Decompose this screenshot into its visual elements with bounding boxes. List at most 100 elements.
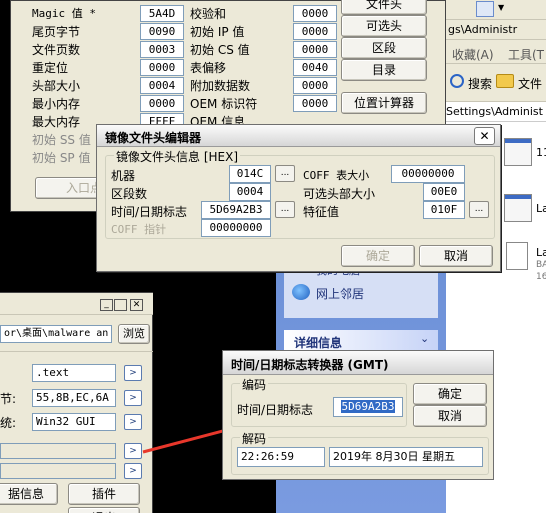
dos-value-ip[interactable]: 0000 bbox=[293, 23, 337, 40]
ts-input[interactable]: 5D69A2B3 bbox=[333, 397, 403, 417]
dos-value-last-page[interactable]: 0090 bbox=[140, 23, 184, 40]
date-picker[interactable]: 2019年 8月30日 星期五 bbox=[329, 447, 483, 467]
dos-label-checksum: 校验和 bbox=[190, 7, 227, 21]
file-sub: BA bbox=[536, 260, 546, 270]
symbol-pointer-field[interactable]: 00000000 bbox=[201, 219, 271, 237]
search-icon[interactable] bbox=[450, 74, 464, 88]
ts-ok-button[interactable]: 确定 bbox=[413, 383, 487, 405]
folders-label[interactable]: 文件 bbox=[518, 75, 542, 92]
dos-label-max-alloc: 最大内存 bbox=[32, 115, 81, 129]
timestamp-titlebar: 时间/日期标志转换器 (GMT) bbox=[223, 351, 493, 375]
data-info-button[interactable]: 据信息 bbox=[0, 483, 58, 505]
subsystem-field: Win32 GUI bbox=[32, 413, 116, 431]
coff-size-field[interactable]: 00000000 bbox=[391, 165, 465, 183]
minimize-button[interactable]: _ bbox=[100, 299, 113, 311]
dos-label-min-alloc: 最小内存 bbox=[32, 97, 81, 111]
characteristics-more-button[interactable]: ... bbox=[469, 201, 489, 218]
file-name: 11 bbox=[536, 146, 546, 159]
cancel-button[interactable]: 取消 bbox=[419, 245, 493, 267]
details-header[interactable]: 详细信息 ⌄ bbox=[284, 330, 438, 352]
result-arrow-button[interactable]: > bbox=[124, 443, 142, 459]
optional-header-size-label: 可选头部大小 bbox=[303, 187, 376, 201]
dos-value-magic[interactable]: 5A4D bbox=[140, 5, 184, 22]
analyzer-divider bbox=[0, 351, 153, 352]
optional-header-size-field[interactable]: 00E0 bbox=[423, 183, 465, 201]
decode-group-title: 解码 bbox=[240, 430, 269, 447]
file-header-button[interactable]: 文件头 bbox=[341, 0, 427, 15]
dos-label-oem-id: OEM 标识符 bbox=[190, 97, 258, 111]
dos-value-checksum[interactable]: 0000 bbox=[293, 5, 337, 22]
time-picker[interactable]: 22:26:59 bbox=[237, 447, 325, 467]
explorer-path-row: Settings\Administ bbox=[446, 102, 546, 122]
section-arrow-button[interactable]: > bbox=[124, 365, 142, 381]
views-icon[interactable] bbox=[476, 1, 494, 17]
dos-value-overlay[interactable]: 0000 bbox=[293, 77, 337, 94]
dos-value-pages[interactable]: 0003 bbox=[140, 41, 184, 58]
browse-button[interactable]: 浏览 bbox=[118, 324, 150, 344]
close-button[interactable]: ✕ bbox=[130, 299, 143, 311]
search-label[interactable]: 搜索 bbox=[468, 75, 492, 92]
dos-label-magic: Magic 值 * bbox=[32, 7, 96, 20]
dos-value-min-alloc[interactable]: 0000 bbox=[140, 95, 184, 112]
menu-favorites[interactable]: 收藏(A) bbox=[452, 46, 494, 63]
file-header-titlebar: 镜像文件头编辑器 ✕ bbox=[97, 125, 500, 147]
chevron-down-icon[interactable]: ⌄ bbox=[420, 332, 429, 345]
optional-header-button[interactable]: 可选头 bbox=[341, 15, 427, 37]
analyzer-titlebar: _ ✕ bbox=[0, 293, 153, 315]
dos-label-pages: 文件页数 bbox=[32, 43, 81, 57]
plugins-button[interactable]: 插件 bbox=[68, 483, 140, 505]
file-item[interactable]: La bbox=[504, 194, 546, 230]
dos-value-header-size[interactable]: 0004 bbox=[140, 77, 184, 94]
machine-field[interactable]: 014C bbox=[229, 165, 271, 183]
entry-bytes-field: 55,8B,EC,6A bbox=[32, 389, 116, 407]
ts-input-selection: 5D69A2B3 bbox=[340, 400, 396, 413]
address-text: gs\Administr bbox=[448, 23, 518, 36]
dialog-close-button[interactable]: ✕ bbox=[474, 127, 495, 145]
timestamp-dialog: 时间/日期标志转换器 (GMT) 编码 时间/日期标志 5D69A2B3 确定 … bbox=[222, 350, 494, 480]
network-places-label[interactable]: 网上邻居 bbox=[316, 285, 364, 302]
dos-value-cs[interactable]: 0000 bbox=[293, 41, 337, 58]
result-arrow-button-2[interactable]: > bbox=[124, 463, 142, 479]
dos-value-relocs[interactable]: 0000 bbox=[140, 59, 184, 76]
directories-button[interactable]: 目录 bbox=[341, 59, 427, 81]
maximize-button[interactable] bbox=[114, 299, 127, 311]
folders-icon[interactable] bbox=[496, 74, 514, 88]
encode-group-title: 编码 bbox=[240, 376, 269, 393]
dos-value-lfarlc[interactable]: 0040 bbox=[293, 59, 337, 76]
ok-button[interactable]: 确定 bbox=[341, 245, 415, 267]
location-calculator-button[interactable]: 位置计算器 bbox=[341, 92, 427, 114]
explorer-toolbar-strip: ▼ bbox=[446, 0, 546, 20]
sections-count-field[interactable]: 0004 bbox=[229, 183, 271, 201]
subsystem-arrow-button[interactable]: > bbox=[124, 414, 142, 430]
file-header-dialog: 镜像文件头编辑器 ✕ 镜像文件头信息 [HEX] 机器 014C ... 区段数… bbox=[96, 124, 501, 272]
file-path-field[interactable]: or\桌面\malware an bbox=[0, 325, 112, 343]
timestamp-more-button[interactable]: ... bbox=[275, 201, 295, 218]
dos-label-header-size: 头部大小 bbox=[32, 79, 81, 93]
file-name: La bbox=[536, 246, 546, 259]
analyzer-window: _ ✕ or\桌面\malware an 浏览 .text > 节: 55,8B… bbox=[0, 292, 153, 513]
menu-tools[interactable]: 工具(T bbox=[508, 46, 544, 63]
details-label: 详细信息 bbox=[294, 336, 343, 350]
date-value: 2019年 8月30日 星期五 bbox=[333, 450, 455, 463]
machine-more-button[interactable]: ... bbox=[275, 165, 295, 182]
sections-button[interactable]: 区段 bbox=[341, 37, 427, 59]
section-field: .text bbox=[32, 364, 116, 382]
dos-value-oem-id[interactable]: 0000 bbox=[293, 95, 337, 112]
file-header-title: 镜像文件头编辑器 bbox=[105, 131, 202, 145]
file-header-group-title: 镜像文件头信息 [HEX] bbox=[114, 148, 241, 165]
timestamp-field[interactable]: 5D69A2B3 bbox=[201, 201, 271, 219]
timestamp-label: 时间/日期标志 bbox=[111, 205, 188, 219]
characteristics-field[interactable]: 010F bbox=[423, 201, 465, 219]
document-file-icon bbox=[506, 242, 528, 270]
result-field-2 bbox=[0, 463, 116, 479]
ts-cancel-button[interactable]: 取消 bbox=[413, 405, 487, 427]
exit-button[interactable]: 退出 bbox=[68, 507, 140, 513]
dos-label-overlay: 附加数据数 bbox=[190, 79, 251, 93]
file-item[interactable]: 11 bbox=[504, 138, 546, 174]
file-item[interactable]: La BA 16 bbox=[504, 242, 546, 290]
views-dropdown-icon[interactable]: ▼ bbox=[498, 3, 504, 12]
bytes-arrow-button[interactable]: > bbox=[124, 390, 142, 406]
dos-label-cs: 初始 CS 值 bbox=[190, 43, 250, 57]
machine-label: 机器 bbox=[111, 169, 136, 183]
explorer-address-bar[interactable]: gs\Administr bbox=[446, 20, 546, 40]
